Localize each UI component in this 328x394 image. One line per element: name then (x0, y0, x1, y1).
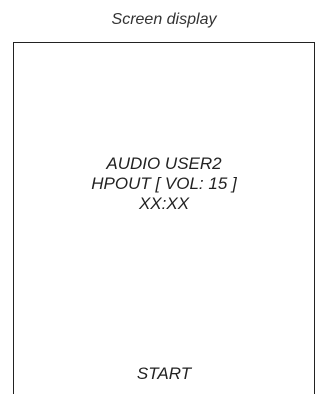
start-label: START (136, 364, 192, 383)
audio-mode-line: AUDIO USER2 (106, 154, 222, 173)
screen-info: AUDIO USER2 HPOUT [ VOL: 15 ] XX:XX (14, 154, 314, 214)
time-line: XX:XX (138, 194, 190, 213)
screen-frame: AUDIO USER2 HPOUT [ VOL: 15 ] XX:XX STAR… (13, 42, 315, 394)
hpout-volume-line: HPOUT [ VOL: 15 ] (91, 174, 237, 193)
diagram-caption: Screen display (111, 11, 217, 28)
